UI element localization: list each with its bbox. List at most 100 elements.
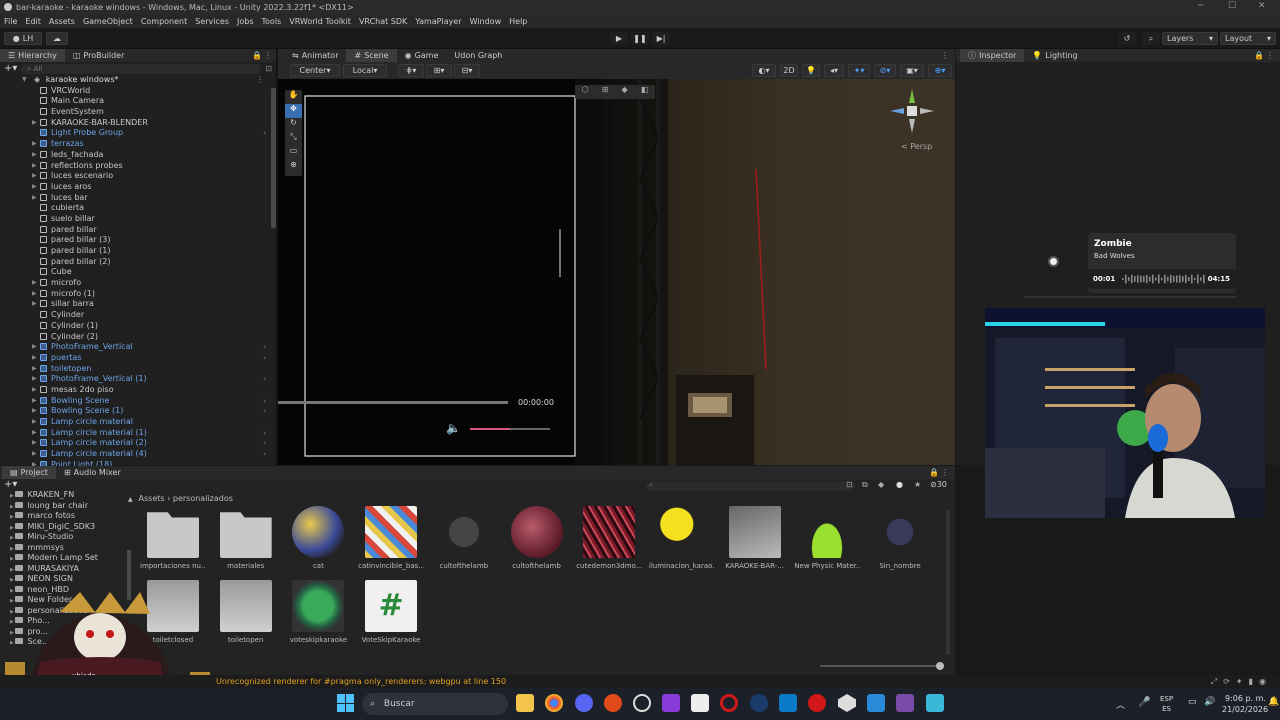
- camera-settings-button[interactable]: ▣▾: [900, 64, 924, 77]
- hierarchy-item[interactable]: ▶ mesas 2do piso: [0, 385, 276, 396]
- expand-arrow-icon[interactable]: ▶: [32, 161, 40, 172]
- hierarchy-item[interactable]: ▶ PhotoFrame_Vertical ›: [0, 342, 276, 353]
- rotate-tool-icon[interactable]: ↻: [285, 118, 302, 132]
- menu-component[interactable]: Component: [141, 17, 187, 26]
- hierarchy-item[interactable]: Light Probe Group ›: [0, 128, 276, 139]
- menu-assets[interactable]: Assets: [49, 17, 75, 26]
- hierarchy-scrollbar[interactable]: [271, 88, 276, 228]
- taskbar-search-input[interactable]: ⌕ Buscar: [362, 693, 508, 715]
- expand-arrow-icon[interactable]: ▶: [32, 342, 40, 353]
- hierarchy-item[interactable]: pared billar (2): [0, 257, 276, 268]
- microphone-icon[interactable]: 🎤: [1138, 697, 1150, 708]
- tab-game[interactable]: ◉ Game: [397, 49, 447, 62]
- draw-mode-button[interactable]: ◐▾: [752, 64, 776, 77]
- expand-arrow-icon[interactable]: ▶: [32, 364, 40, 375]
- expand-arrow-icon[interactable]: ▶: [32, 299, 40, 310]
- file-explorer-icon[interactable]: [516, 694, 534, 712]
- chevron-right-icon[interactable]: ›: [263, 353, 266, 364]
- warning-icon[interactable]: ●: [896, 480, 903, 489]
- project-folder-item[interactable]: ▶ marco fotos: [4, 511, 128, 522]
- hierarchy-item[interactable]: ▶ reflections probes: [0, 161, 276, 172]
- vscode-icon[interactable]: [867, 694, 885, 712]
- hand-tool-icon[interactable]: ✋: [285, 90, 302, 104]
- lock-icon[interactable]: 🔒: [1254, 51, 1264, 60]
- hierarchy-item[interactable]: ▶ Bowling Scene ›: [0, 396, 276, 407]
- cloud-button[interactable]: ☁: [46, 32, 68, 45]
- hierarchy-item[interactable]: ▶ toiletopen: [0, 364, 276, 375]
- project-folder-item[interactable]: ▶ Miru-Studio: [4, 532, 128, 543]
- chatgpt-icon[interactable]: [633, 694, 651, 712]
- hierarchy-item[interactable]: ▶ Lamp circle material (2) ›: [0, 438, 276, 449]
- tab-inspector[interactable]: ⓘ Inspector: [960, 49, 1025, 62]
- orientation-gizmo[interactable]: [890, 89, 934, 133]
- menu-tools[interactable]: Tools: [262, 17, 282, 26]
- expand-arrow-icon[interactable]: ▶: [32, 278, 40, 289]
- probuilder-icon[interactable]: ◧: [641, 85, 649, 99]
- expand-arrow-icon[interactable]: ▶: [32, 428, 40, 439]
- record-icon[interactable]: [808, 694, 826, 712]
- project-folder-item[interactable]: ▶ NEON SIGN: [4, 574, 128, 585]
- menu-services[interactable]: Services: [195, 17, 229, 26]
- hierarchy-item[interactable]: ▶ KARAOKE-BAR-BLENDER: [0, 118, 276, 129]
- tab-lighting[interactable]: 💡 Lighting: [1024, 49, 1085, 62]
- chevron-right-icon[interactable]: ›: [263, 449, 266, 460]
- panel-menu-icon[interactable]: ⋮: [941, 51, 949, 60]
- hierarchy-item[interactable]: cubierta: [0, 203, 276, 214]
- star-icon[interactable]: ★: [914, 480, 921, 489]
- lighting-toggle[interactable]: 💡: [802, 64, 820, 77]
- hierarchy-item[interactable]: VRCWorld: [0, 86, 276, 97]
- hierarchy-search-input[interactable]: ⌕ All: [21, 63, 262, 74]
- hierarchy-item[interactable]: ▶ microfo: [0, 278, 276, 289]
- audio-toggle[interactable]: ◂▾: [824, 64, 844, 77]
- expand-arrow-icon[interactable]: ▶: [32, 417, 40, 428]
- hierarchy-item[interactable]: Cylinder (2): [0, 332, 276, 343]
- project-folder-item[interactable]: ▶ mmmsys: [4, 543, 128, 554]
- status-bar[interactable]: Unrecognized renderer for #pragma only_r…: [0, 675, 1280, 688]
- maximize-button[interactable]: ☐: [1228, 1, 1236, 11]
- hierarchy-item[interactable]: pared billar (1): [0, 246, 276, 257]
- hierarchy-item[interactable]: ▶ leds_fachada: [0, 150, 276, 161]
- breadcrumb-assets[interactable]: Assets: [139, 494, 165, 503]
- chrome-icon[interactable]: [545, 694, 563, 712]
- windows-start-icon[interactable]: [337, 694, 355, 712]
- expand-arrow-icon[interactable]: ▶: [32, 396, 40, 407]
- hierarchy-item[interactable]: ▶ puertas ›: [0, 353, 276, 364]
- rect-tool-icon[interactable]: ▭: [285, 146, 302, 160]
- history-button[interactable]: ↺: [1118, 32, 1136, 45]
- persp-label[interactable]: < Persp: [901, 142, 932, 151]
- unity-icon[interactable]: [838, 694, 856, 712]
- expand-arrow-icon[interactable]: ▶: [32, 353, 40, 364]
- project-folder-item[interactable]: ▶ MIKI_DigiC_SDK3: [4, 522, 128, 533]
- video-editor-icon[interactable]: [662, 694, 680, 712]
- asset-item[interactable]: KARAOKE-BAR-...: [722, 506, 788, 570]
- menu-yamaplayer[interactable]: YamaPlayer: [415, 17, 461, 26]
- asset-item[interactable]: cat: [285, 506, 351, 570]
- network-icon[interactable]: ▭: [1188, 697, 1197, 707]
- lock-icon[interactable]: 🔒: [252, 51, 262, 60]
- tray-chevron-icon[interactable]: ︿: [1116, 698, 1125, 711]
- chevron-right-icon[interactable]: ›: [263, 128, 266, 139]
- pause-button[interactable]: ❚❚: [631, 32, 649, 45]
- chevron-right-icon[interactable]: ›: [263, 438, 266, 449]
- expand-arrow-icon[interactable]: ▶: [32, 374, 40, 385]
- chevron-right-icon[interactable]: ›: [263, 342, 266, 353]
- asset-item[interactable]: cutedemon3dmo...: [576, 506, 642, 570]
- hierarchy-item[interactable]: ▶ luces bar: [0, 193, 276, 204]
- project-folder-item[interactable]: ▶ MURASAKIYA: [4, 564, 128, 575]
- hierarchy-item[interactable]: ▶ terrazas: [0, 139, 276, 150]
- hierarchy-item[interactable]: pared billar: [0, 225, 276, 236]
- asset-item[interactable]: catinvincible_bas...: [358, 506, 424, 570]
- asset-item[interactable]: importaciones nu...: [140, 506, 206, 570]
- move-tool-icon[interactable]: ✥: [285, 104, 302, 118]
- add-icon[interactable]: +▾: [4, 479, 17, 490]
- pivot-local-dropdown[interactable]: Local ▾: [343, 64, 387, 77]
- asset-item[interactable]: voteskipkaraoke: [285, 580, 351, 644]
- hierarchy-item[interactable]: pared billar (3): [0, 235, 276, 246]
- menu-gameobject[interactable]: GameObject: [83, 17, 133, 26]
- capcut-icon[interactable]: [691, 694, 709, 712]
- menu-jobs[interactable]: Jobs: [237, 17, 254, 26]
- panel-menu-icon[interactable]: ⋮: [1266, 51, 1274, 60]
- lock-icon[interactable]: 🔒: [929, 468, 939, 477]
- component-tools-icon[interactable]: ⬡: [582, 85, 589, 99]
- chevron-right-icon[interactable]: ›: [263, 374, 266, 385]
